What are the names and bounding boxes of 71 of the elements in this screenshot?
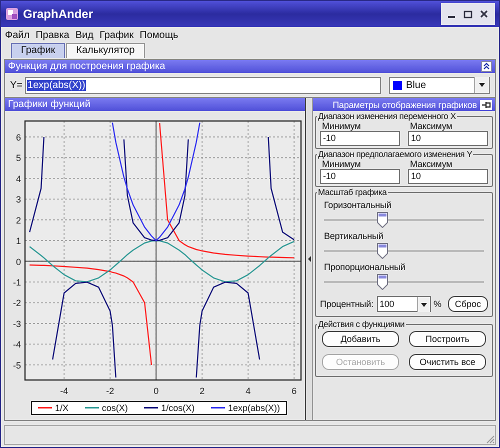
color-dropdown[interactable]: Blue <box>389 76 490 94</box>
field-label: Y= <box>10 80 23 90</box>
field-label: Минимум <box>321 159 362 169</box>
panel-title: Графики функций <box>8 99 90 110</box>
legend-line-icon <box>38 406 52 410</box>
axis-tick-label: -2 <box>12 298 21 308</box>
group-title: Диапазон изменения переменного X <box>317 111 457 121</box>
legend-label: 1/cos(X) <box>161 403 195 413</box>
axis-tick-label: 6 <box>292 386 297 396</box>
window-title: GraphAnder <box>23 7 94 21</box>
menu-item[interactable]: Вид <box>75 30 94 42</box>
axis-tick-label: 4 <box>246 386 251 396</box>
unit-label: % <box>434 299 442 309</box>
axis-tick-label: 1 <box>16 236 21 246</box>
app-icon <box>5 7 19 21</box>
axis-tick-label: 0 <box>16 256 21 267</box>
axis-tick-label: -5 <box>12 360 21 370</box>
menu-item[interactable]: Правка <box>36 30 70 42</box>
axis-tick-label: 3 <box>16 194 21 205</box>
input-field[interactable]: -10 <box>320 131 400 146</box>
axis-tick-label: -4 <box>60 386 68 396</box>
axis-tick-label: 2 <box>200 386 205 396</box>
panel-title: Параметры отображения графиков <box>332 100 477 110</box>
collapse-icon[interactable] <box>481 61 492 72</box>
slider-label: Пропорциональный <box>323 262 406 272</box>
axis-tick-label: 0 <box>154 386 159 396</box>
reset-button[interactable]: Сброс <box>448 296 488 312</box>
menu-item[interactable]: Файл <box>5 30 30 42</box>
action-button[interactable]: Добавить <box>322 331 399 347</box>
axis-tick-label: -3 <box>12 318 21 329</box>
axis-tick-label: -4 <box>12 340 21 350</box>
input-field[interactable]: 10 <box>408 131 488 146</box>
field-label: Максимум <box>409 121 454 131</box>
action-button[interactable]: Очистить все <box>409 354 486 370</box>
group-title: Масштаб графика <box>317 187 388 197</box>
input-field[interactable]: -10 <box>320 169 400 184</box>
slider-label: Горизонтальный <box>323 200 392 210</box>
group-title: Диапазон предполагаемого изменения Y <box>317 149 474 159</box>
field-label: Процентный: <box>320 299 374 309</box>
field-label: Максимум <box>409 159 454 169</box>
group-title: Действия с функциями <box>317 319 406 329</box>
color-swatch <box>393 80 402 90</box>
axis-tick-label: 6 <box>16 132 21 142</box>
axis-tick-label: 5 <box>16 153 21 164</box>
field-label: Минимум <box>321 121 362 131</box>
axis-tick-label: 2 <box>16 215 21 226</box>
panel-title: Функция для построения графика <box>8 61 166 72</box>
collapse-arrow-icon[interactable] <box>306 255 312 263</box>
action-button[interactable]: Построить <box>409 331 486 347</box>
menu-item[interactable]: График <box>99 30 134 42</box>
legend-line-icon <box>144 406 158 410</box>
percent-combo[interactable]: 100 <box>376 296 430 312</box>
legend-line-icon <box>210 406 225 410</box>
slider-thumb[interactable] <box>376 274 388 290</box>
pin-icon[interactable] <box>480 100 492 110</box>
slider-thumb[interactable] <box>376 243 388 259</box>
legend-label: 1exp(abs(X)) <box>228 403 280 413</box>
resize-grip-icon[interactable] <box>485 434 495 444</box>
slider-thumb[interactable] <box>376 212 388 228</box>
legend-line-icon <box>84 406 99 410</box>
legend-label: 1/X <box>55 403 69 413</box>
function-input[interactable]: 1exp(abs(X)) <box>24 76 381 94</box>
axis-tick-label: -1 <box>12 278 21 288</box>
tab[interactable]: Калькулятор <box>66 43 145 58</box>
tab[interactable]: График <box>11 43 66 58</box>
legend-label: cos(X) <box>102 403 128 413</box>
input-field[interactable]: 10 <box>408 169 488 184</box>
axis-tick-label: -2 <box>106 386 114 396</box>
menu-item[interactable]: Помощь <box>140 30 178 42</box>
axis-tick-label: 4 <box>16 174 21 184</box>
slider-label: Вертикальный <box>323 231 384 241</box>
